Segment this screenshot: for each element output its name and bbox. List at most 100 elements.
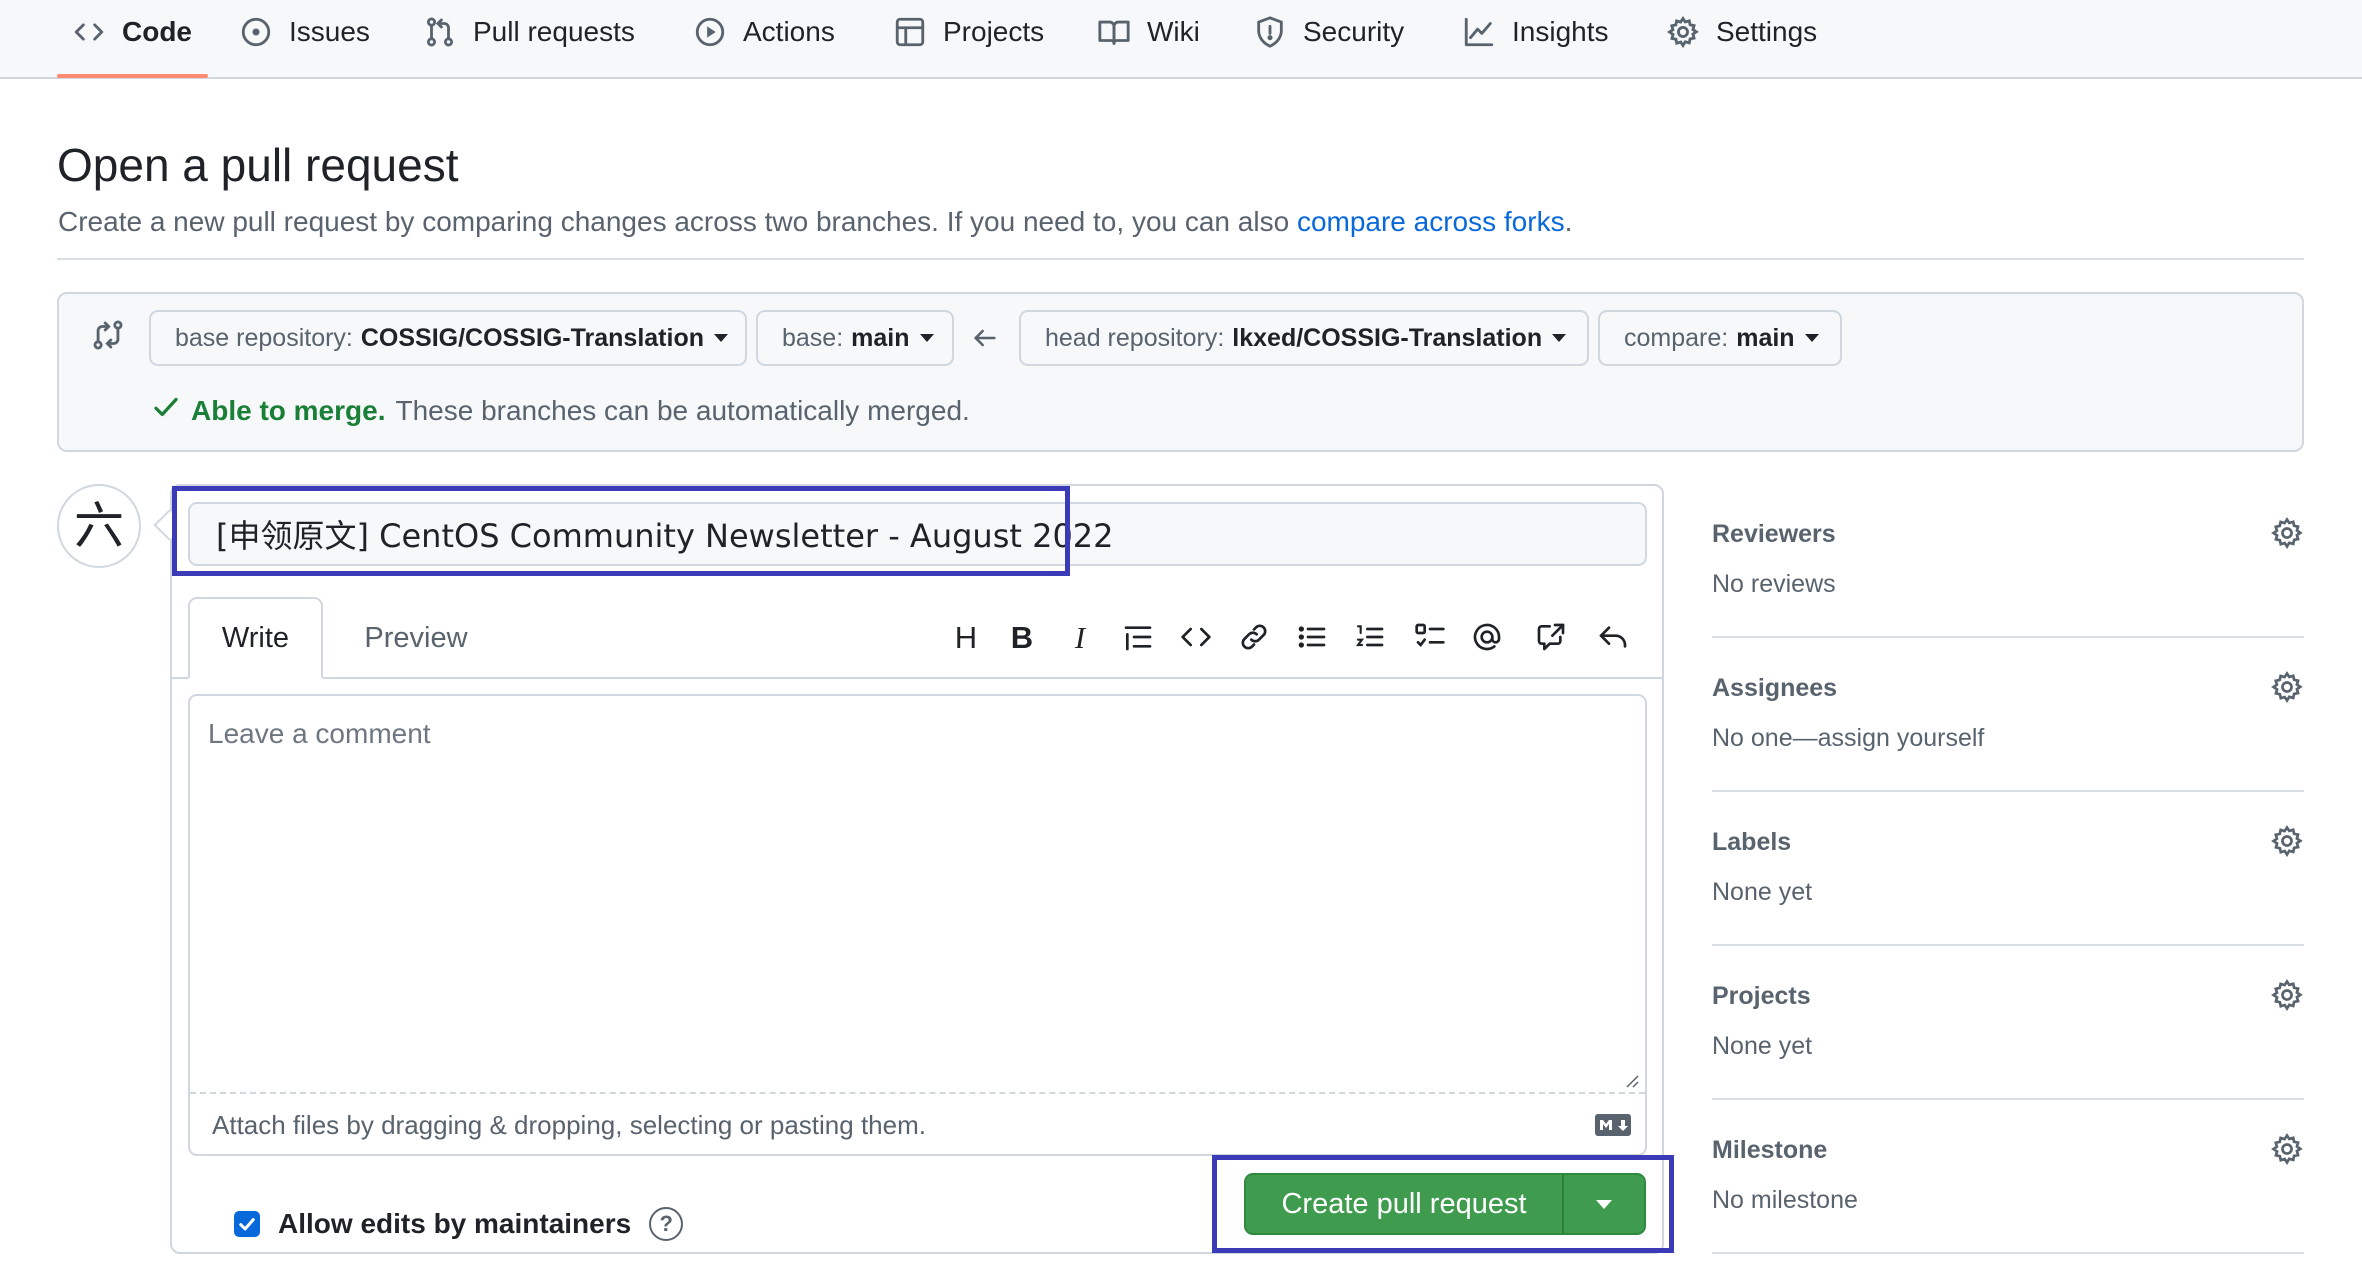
subtitle-suffix: . xyxy=(1564,206,1573,237)
unordered-list-icon[interactable] xyxy=(1294,619,1330,655)
compare-box: base repository: COSSIG/COSSIG-Translati… xyxy=(57,292,2304,452)
tab-insights[interactable]: Insights xyxy=(1462,0,1609,64)
tab-write[interactable]: Write xyxy=(188,597,323,679)
comment-textarea[interactable] xyxy=(190,696,1645,1094)
resize-grip-icon[interactable] xyxy=(1623,1072,1639,1088)
chevron-down-icon xyxy=(1552,334,1567,342)
sidebar-divider xyxy=(1712,944,2304,946)
tab-actions[interactable]: Actions xyxy=(693,0,835,64)
base-repository-label: base repository: xyxy=(175,323,353,352)
sidebar-divider xyxy=(1712,1098,2304,1100)
italic-icon[interactable]: I xyxy=(1062,619,1098,655)
tasklist-icon[interactable] xyxy=(1412,619,1448,655)
book-icon xyxy=(1097,15,1131,49)
base-branch-select[interactable]: base: main xyxy=(756,310,954,366)
arrow-left-icon xyxy=(971,324,999,352)
link-icon[interactable] xyxy=(1236,619,1272,655)
page-subtitle: Create a new pull request by comparing c… xyxy=(58,206,1572,238)
code-icon xyxy=(72,15,106,49)
tab-label: Insights xyxy=(1512,16,1609,47)
sidebar-labels-value: None yet xyxy=(1712,878,1813,906)
sidebar-assignees-value[interactable]: No one—assign yourself xyxy=(1712,724,1984,753)
ordered-list-icon[interactable] xyxy=(1352,619,1388,655)
head-repository-value: lkxed/COSSIG-Translation xyxy=(1232,323,1543,352)
question-icon[interactable]: ? xyxy=(649,1207,684,1241)
tab-label: Projects xyxy=(943,16,1045,47)
chevron-down-icon xyxy=(1804,334,1819,342)
page: Code Issues Pull requests Actions Projec… xyxy=(0,0,2362,1268)
graph-icon xyxy=(1462,15,1496,49)
chevron-down-icon xyxy=(714,334,728,342)
comment-box: Attach files by dragging & dropping, sel… xyxy=(188,694,1647,1156)
compare-branch-label: compare: xyxy=(1624,323,1729,352)
tab-label: Code xyxy=(122,16,192,47)
avatar[interactable]: 六 xyxy=(57,484,141,568)
tab-code[interactable]: Code xyxy=(72,0,192,64)
allow-edits-checkbox[interactable] xyxy=(234,1211,260,1237)
allow-edits-row: Allow edits by maintainers ? xyxy=(234,1207,684,1241)
head-repository-label: head repository: xyxy=(1045,323,1225,352)
gear-icon xyxy=(1666,15,1700,49)
tab-wiki[interactable]: Wiki xyxy=(1097,0,1200,64)
play-icon xyxy=(693,15,727,49)
sidebar-milestone-value: No milestone xyxy=(1712,1186,1858,1214)
head-repository-select[interactable]: head repository: lkxed/COSSIG-Translatio… xyxy=(1019,310,1589,366)
tab-security[interactable]: Security xyxy=(1253,0,1404,64)
chevron-down-icon xyxy=(1596,1199,1612,1209)
tab-issues[interactable]: Issues xyxy=(239,0,370,64)
heading-icon[interactable]: H xyxy=(948,619,984,655)
active-tab-underline xyxy=(57,74,208,78)
gear-icon[interactable] xyxy=(2270,1132,2304,1166)
gear-icon[interactable] xyxy=(2270,978,2304,1012)
sidebar-reviewers-title[interactable]: Reviewers xyxy=(1712,520,1836,549)
compare-branch-value: main xyxy=(1736,323,1795,352)
title-input[interactable] xyxy=(188,502,1647,566)
cross-reference-icon[interactable] xyxy=(1533,619,1569,655)
chevron-down-icon xyxy=(919,334,934,342)
base-repository-value: COSSIG/COSSIG-Translation xyxy=(360,323,704,352)
gear-icon[interactable] xyxy=(2270,824,2304,858)
sidebar-labels-title[interactable]: Labels xyxy=(1712,828,1791,857)
markdown-icon[interactable] xyxy=(1595,1114,1631,1136)
merge-status-text: These branches can be automatically merg… xyxy=(395,394,970,426)
merge-ok-text: Able to merge. xyxy=(191,394,386,426)
mention-icon[interactable] xyxy=(1469,619,1505,655)
tab-projects[interactable]: Projects xyxy=(893,0,1044,64)
reply-icon[interactable] xyxy=(1595,619,1631,655)
tab-label: Pull requests xyxy=(473,16,635,47)
sidebar-assignees: Assignees No one—assign yourself xyxy=(1712,671,2304,754)
sidebar-labels: Labels None yet xyxy=(1712,825,2304,908)
sidebar-reviewers: Reviewers No reviews xyxy=(1712,517,2304,600)
tab-preview[interactable]: Preview xyxy=(338,597,494,679)
compare-branch-select[interactable]: compare: main xyxy=(1598,310,1842,366)
create-options-dropdown[interactable] xyxy=(1564,1175,1644,1233)
gear-icon[interactable] xyxy=(2270,516,2304,550)
page-title: Open a pull request xyxy=(57,139,459,191)
sidebar-projects-title[interactable]: Projects xyxy=(1712,982,1811,1011)
sidebar-milestone-title[interactable]: Milestone xyxy=(1712,1136,1827,1165)
subtitle-text: Create a new pull request by comparing c… xyxy=(58,206,1297,237)
bold-icon[interactable]: B xyxy=(1004,619,1040,655)
sidebar-projects-value: None yet xyxy=(1712,1032,1813,1060)
tab-pull-requests[interactable]: Pull requests xyxy=(423,0,635,64)
tab-label: Wiki xyxy=(1147,16,1200,47)
tab-label: Security xyxy=(1303,16,1405,47)
base-branch-label: base: xyxy=(782,323,844,352)
sidebar-reviewers-value: No reviews xyxy=(1712,570,1836,598)
create-pull-request-button-group: Create pull request xyxy=(1244,1173,1646,1235)
gear-icon[interactable] xyxy=(2270,670,2304,704)
issue-opened-icon xyxy=(239,15,273,49)
base-branch-value: main xyxy=(851,323,910,352)
tab-settings[interactable]: Settings xyxy=(1666,0,1817,64)
allow-edits-label[interactable]: Allow edits by maintainers xyxy=(278,1208,631,1240)
attach-files-text[interactable]: Attach files by dragging & dropping, sel… xyxy=(212,1110,926,1141)
quote-icon[interactable] xyxy=(1120,619,1156,655)
sidebar-divider xyxy=(1712,636,2304,638)
compare-across-forks-link[interactable]: compare across forks xyxy=(1297,206,1565,237)
base-repository-select[interactable]: base repository: COSSIG/COSSIG-Translati… xyxy=(149,310,747,366)
sidebar-projects: Projects None yet xyxy=(1712,979,2304,1062)
sidebar-assignees-title[interactable]: Assignees xyxy=(1712,674,1837,703)
git-pull-request-icon xyxy=(423,15,457,49)
create-pull-request-button[interactable]: Create pull request xyxy=(1246,1175,1562,1233)
code-icon[interactable] xyxy=(1178,619,1214,655)
